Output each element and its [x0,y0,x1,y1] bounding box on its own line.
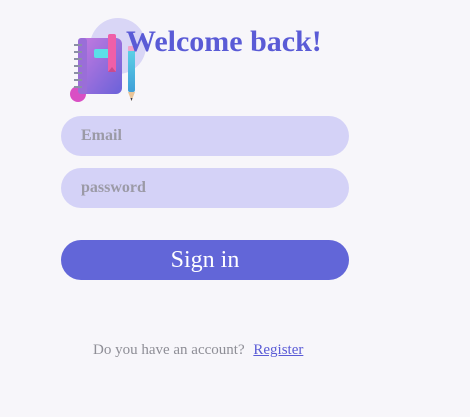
register-prompt: Do you have an account? Register [93,342,303,359]
email-field[interactable] [61,116,349,156]
register-prompt-text: Do you have an account? [93,342,245,358]
page-title: Welcome back! [126,25,322,58]
password-field[interactable] [61,168,349,208]
sign-in-button[interactable]: Sign in [61,240,349,280]
register-link[interactable]: Register [253,342,303,358]
